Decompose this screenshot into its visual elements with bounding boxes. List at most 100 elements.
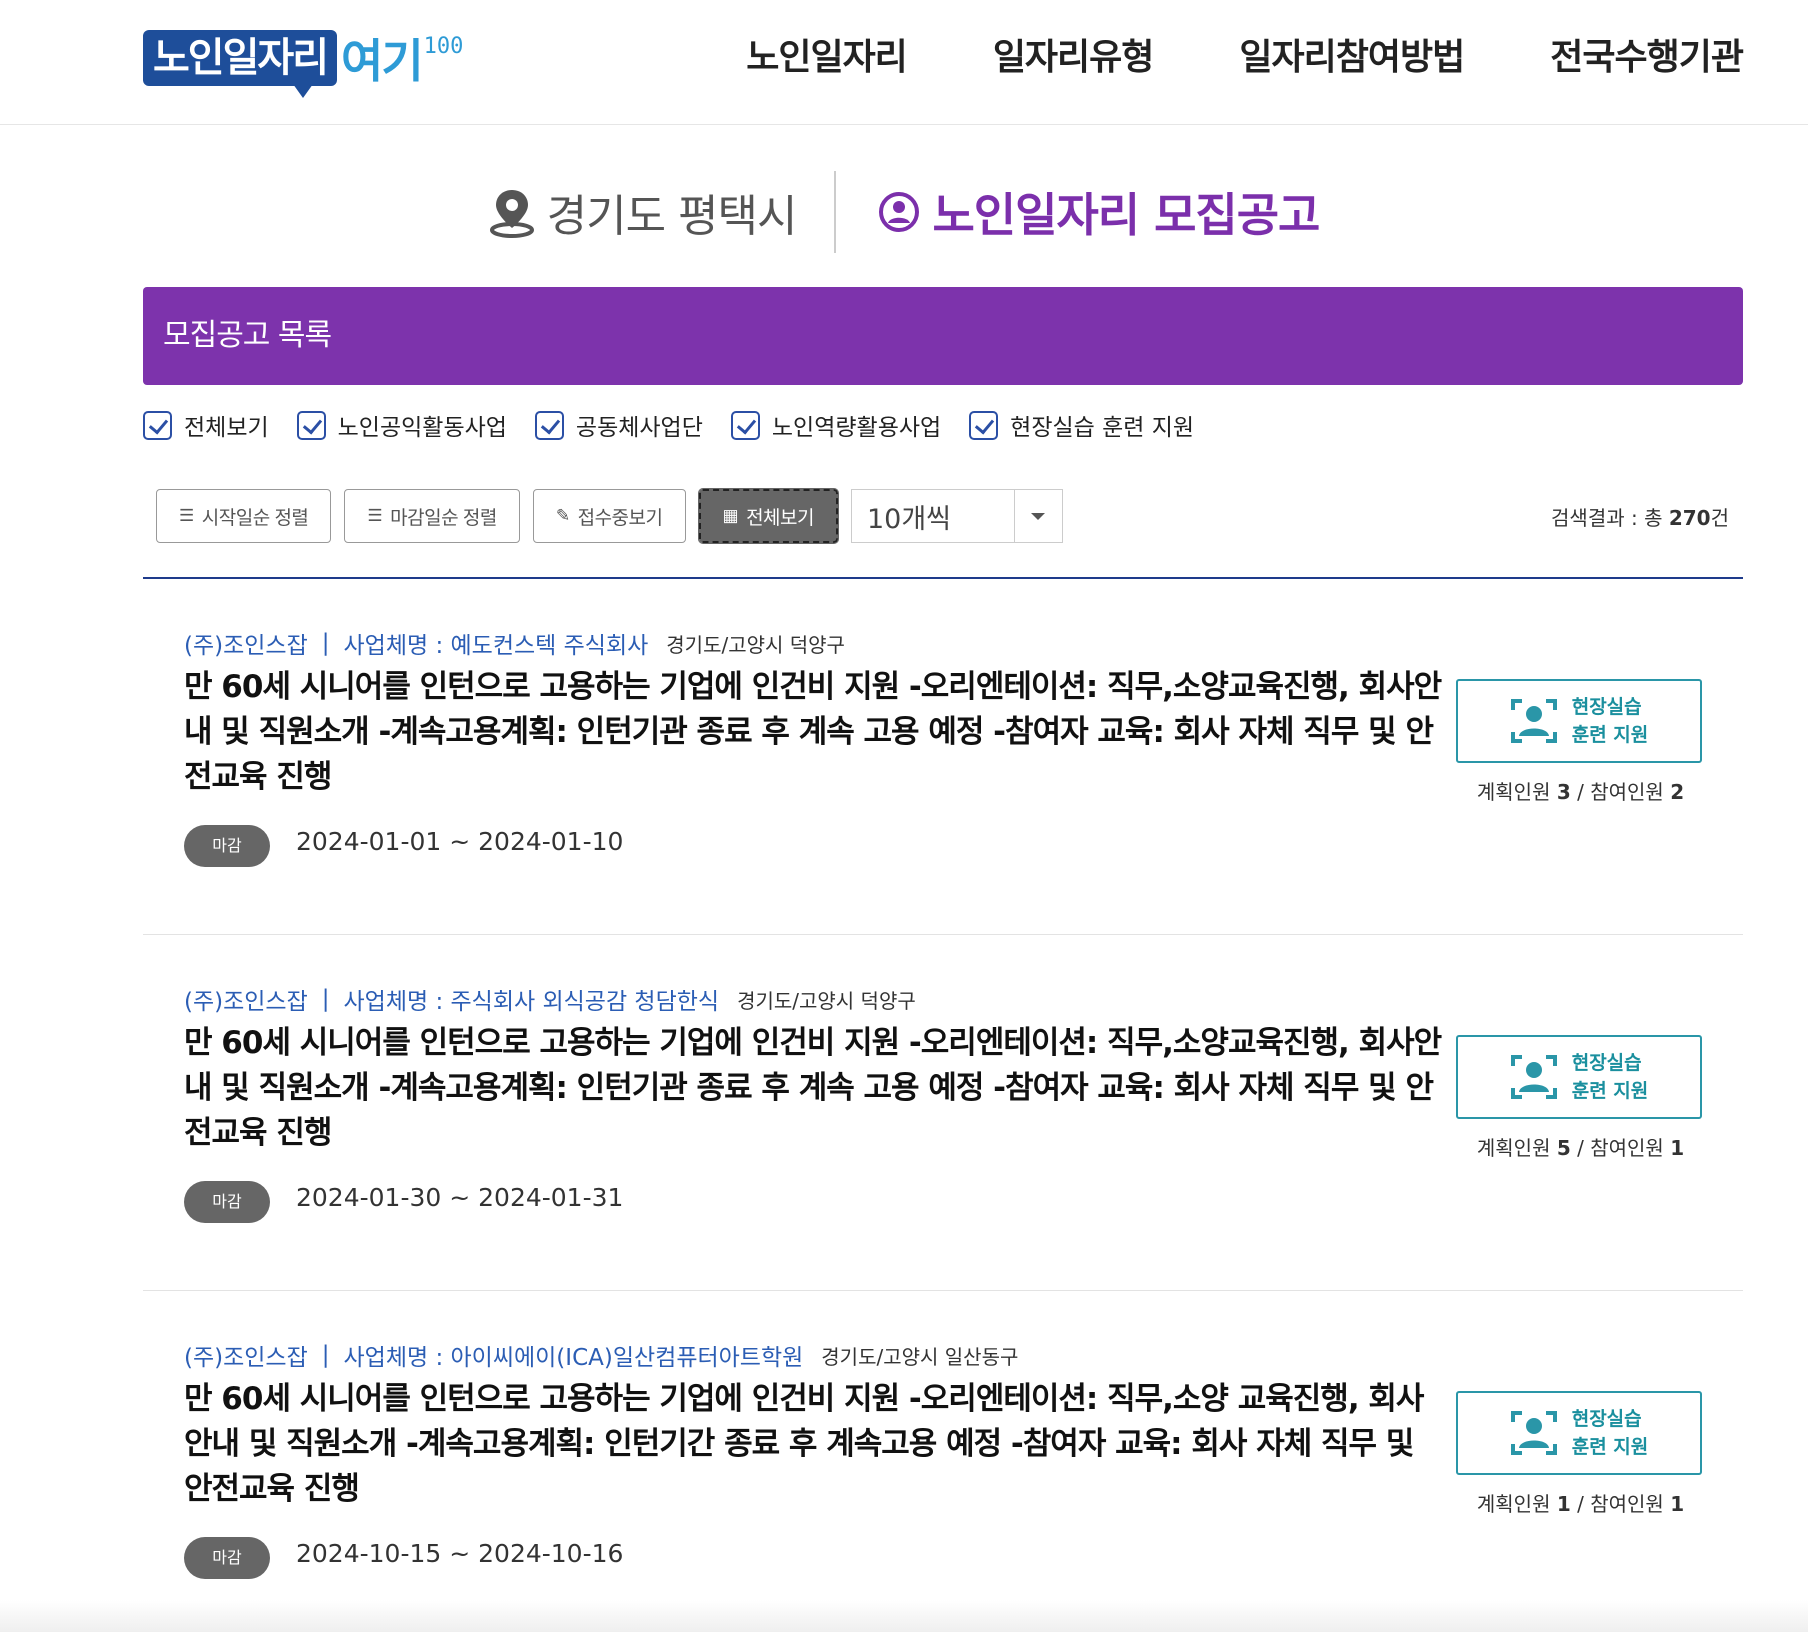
view-all-label: 전체보기 [746,507,814,529]
site-header: 노인일자리 여기 100 노인일자리 일자리유형 일자리참여방법 전국수행기관 [0,0,1808,125]
nav-job-types[interactable]: 일자리유형 [993,30,1155,86]
item-business[interactable]: 사업체명 : 주식회사 외식공감 청담한식 [344,982,720,1016]
joined-count: 1 [1670,1136,1685,1160]
item-period: 2024-01-30 ~ 2024-01-31 [296,1183,624,1212]
item-meta: (주)조인스잡 | 사업체명 : 아이씨에이(ICA)일산컴퓨터아트학원 경기도… [184,1338,1018,1372]
sort-end-label: 마감일순 정렬 [390,507,497,529]
person-frame-icon [1510,699,1557,743]
list-icon: ☰ [179,506,194,525]
caret-down-icon[interactable] [1013,489,1062,543]
filter-label: 노인공익활동사업 [337,415,507,441]
page-size-select[interactable]: 10개씩 [850,489,1063,543]
list-item[interactable]: (주)조인스잡 | 사업체명 : 주식회사 외식공감 청담한식 경기도/고양시 … [143,935,1743,1291]
filter-capability[interactable]: 노인역량활용사업 [730,408,942,442]
logo-text: 노인일자리 [143,30,337,98]
badge-text: 현장실습 훈련 지원 [1572,1405,1649,1461]
item-counts: 계획인원 3 / 참여인원 2 [1476,780,1685,804]
item-title[interactable]: 만 60세 시니어를 인턴으로 고용하는 기업에 인건비 지원 -오리엔테이션:… [184,665,1444,800]
joined-label: 참여인원 [1590,780,1664,804]
checkbox-checked-icon[interactable] [730,410,760,440]
nav-agencies[interactable]: 전국수행기관 [1550,30,1744,86]
list-header-bar: 모집공고 목록 [143,287,1743,385]
joined-label: 참여인원 [1590,1492,1664,1516]
nav-how-to-join[interactable]: 일자리참여방법 [1239,30,1465,86]
item-counts: 계획인원 1 / 참여인원 1 [1476,1492,1685,1516]
item-org[interactable]: (주)조인스잡 [184,1338,308,1372]
list-item[interactable]: (주)조인스잡 | 사업체명 : 예도컨스텍 주식회사 경기도/고양시 덕양구 … [143,579,1743,935]
item-region: 경기도/고양시 일산동구 [821,1344,1019,1369]
item-org[interactable]: (주)조인스잡 [184,982,308,1016]
sort-start-button[interactable]: ☰ 시작일순 정렬 [156,489,332,543]
result-prefix: 검색결과 : 총 [1551,506,1669,530]
checkbox-checked-icon[interactable] [296,410,326,440]
planned-label: 계획인원 [1476,1492,1551,1516]
recruit-title: 노인일자리 모집공고 [878,179,1320,245]
item-meta: (주)조인스잡 | 사업체명 : 주식회사 외식공감 청담한식 경기도/고양시 … [184,982,916,1016]
checkbox-checked-icon[interactable] [969,410,999,440]
meta-separator: | [321,1342,330,1368]
joined-count: 2 [1670,780,1685,804]
filter-field-training[interactable]: 현장실습 훈련 지원 [969,408,1194,442]
item-counts: 계획인원 5 / 참여인원 1 [1476,1136,1685,1160]
site-logo[interactable]: 노인일자리 여기 100 [143,25,464,98]
filter-public-activity[interactable]: 노인공익활동사업 [296,408,507,442]
item-title[interactable]: 만 60세 시니어를 인턴으로 고용하는 기업에 인건비 지원 -오리엔테이션:… [184,1021,1444,1156]
planned-count: 5 [1556,1136,1571,1160]
badge-text: 현장실습 훈련 지원 [1572,1049,1649,1105]
badge-line2: 훈련 지원 [1571,1436,1649,1458]
sort-end-button[interactable]: ☰ 마감일순 정렬 [344,489,520,543]
filter-label: 전체보기 [184,415,269,441]
list-toolbar: ☰ 시작일순 정렬 ☰ 마감일순 정렬 ✎ 접수중보기 ▦ 전체보기 10개씩 [156,488,1063,544]
result-suffix: 건 [1710,506,1729,530]
checkbox-checked-icon[interactable] [143,410,172,440]
item-period: 2024-10-15 ~ 2024-10-16 [296,1539,624,1568]
status-badge: 마감 [184,825,270,867]
result-count: 검색결과 : 총 270건 [1551,502,1729,531]
badge-line2: 훈련 지원 [1571,1080,1649,1102]
logo-accent: 여기 [341,34,424,88]
list-header-label: 모집공고 목록 [163,318,332,353]
item-region: 경기도/고양시 덕양구 [737,988,916,1013]
filter-label: 공동체사업단 [575,415,703,441]
filter-label: 노인역량활용사업 [771,415,942,441]
planned-count: 1 [1556,1492,1571,1516]
joined-count: 1 [1670,1492,1685,1516]
sort-start-label: 시작일순 정렬 [201,507,309,529]
filter-community[interactable]: 공동체사업단 [534,408,703,442]
item-title[interactable]: 만 60세 시니어를 인턴으로 고용하는 기업에 인건비 지원 -오리엔테이션:… [184,1377,1444,1512]
item-region: 경기도/고양시 덕양구 [666,632,845,657]
training-support-badge: 현장실습 훈련 지원 [1456,1035,1702,1119]
item-meta: (주)조인스잡 | 사업체명 : 예도컨스텍 주식회사 경기도/고양시 덕양구 [184,626,845,660]
nav-senior-jobs[interactable]: 노인일자리 [746,30,908,86]
badge-text: 현장실습 훈련 지원 [1572,693,1649,749]
recruit-heading: 노인일자리 모집공고 [932,188,1320,242]
training-support-badge: 현장실습 훈련 지원 [1456,679,1702,763]
location-text: 경기도 평택시 [546,191,798,242]
location-title: 경기도 평택시 [489,180,797,244]
joined-label: 참여인원 [1590,1136,1664,1160]
filter-checkboxes: 전체보기 노인공익활동사업 공동체사업단 노인역량활용사업 현장실습 훈련 지원 [143,408,1194,442]
badge-line1: 현장실습 [1571,696,1642,718]
grid-icon: ▦ [722,506,739,525]
result-number: 270 [1668,506,1711,530]
checkbox-checked-icon[interactable] [534,410,564,440]
item-business[interactable]: 사업체명 : 예도컨스텍 주식회사 [344,626,649,660]
list-icon: ☰ [367,506,383,525]
receiving-filter-button[interactable]: ✎ 접수중보기 [532,489,686,543]
title-divider [834,171,837,253]
status-badge: 마감 [184,1181,270,1223]
planned-label: 계획인원 [1476,1136,1551,1160]
training-support-badge: 현장실습 훈련 지원 [1456,1391,1702,1475]
location-pin-icon [489,190,534,238]
meta-separator: | [321,630,330,656]
pencil-icon: ✎ [555,506,570,525]
status-badge: 마감 [184,1537,270,1579]
badge-line2: 훈련 지원 [1571,724,1649,746]
planned-label: 계획인원 [1476,780,1551,804]
item-org[interactable]: (주)조인스잡 [184,626,308,660]
list-item[interactable]: (주)조인스잡 | 사업체명 : 아이씨에이(ICA)일산컴퓨터아트학원 경기도… [143,1291,1743,1647]
item-business[interactable]: 사업체명 : 아이씨에이(ICA)일산컴퓨터아트학원 [344,1338,804,1372]
view-all-button[interactable]: ▦ 전체보기 [697,488,839,544]
logo-mark: 100 [423,33,464,59]
filter-all[interactable]: 전체보기 [143,408,269,442]
